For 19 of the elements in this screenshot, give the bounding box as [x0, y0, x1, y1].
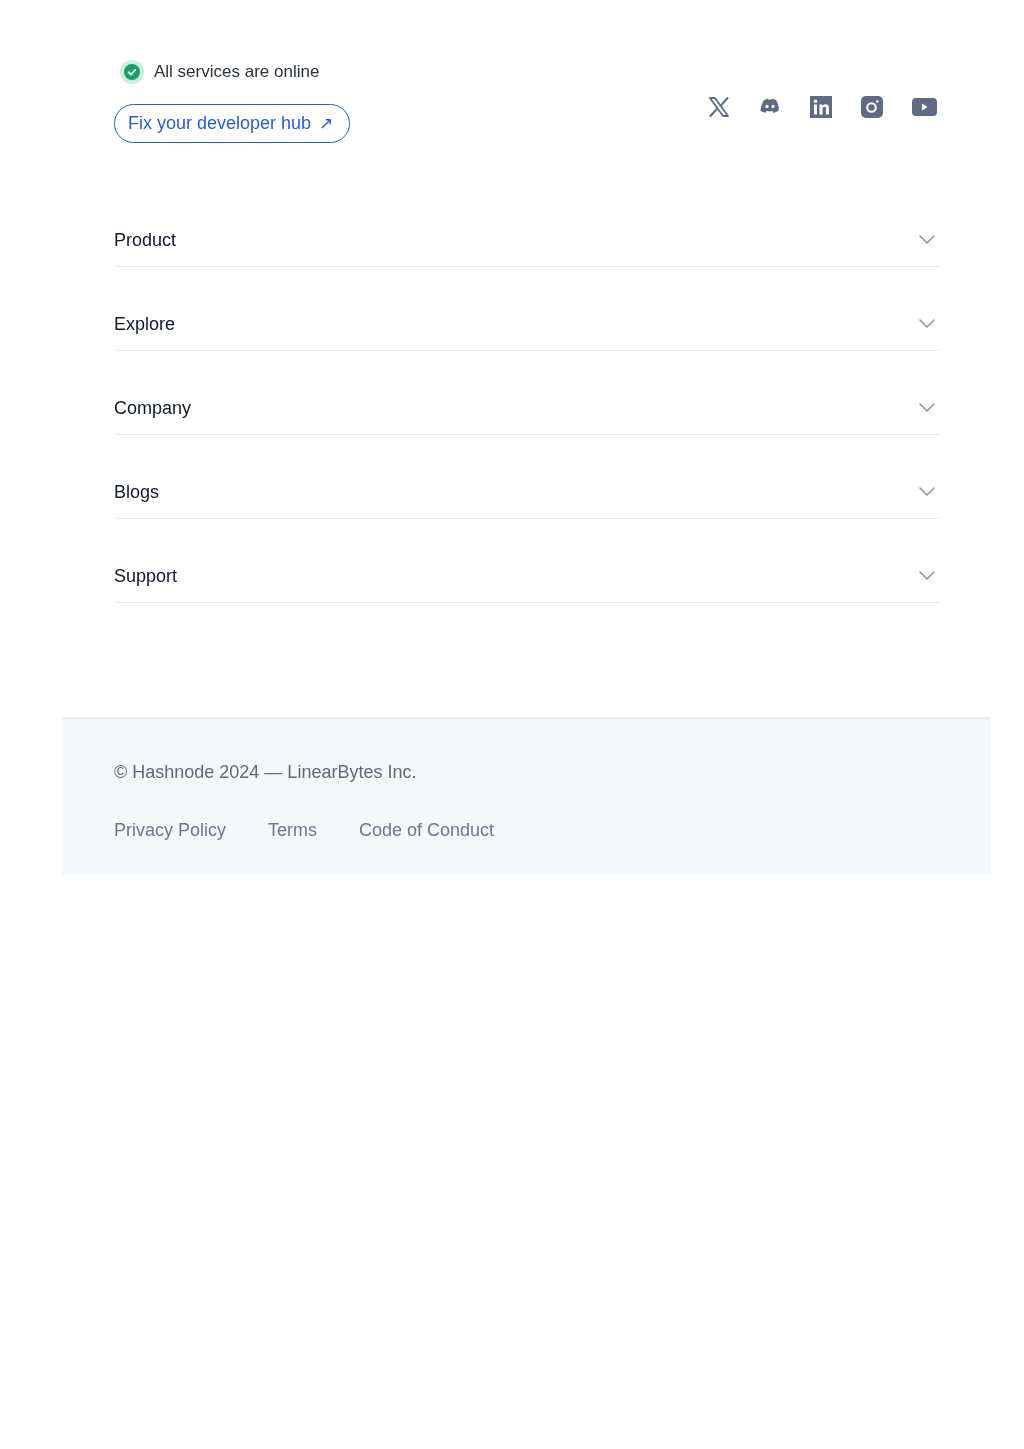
footer-link[interactable]: Terms: [268, 819, 318, 841]
copyright-text: © Hashnode 2024 — LinearBytes Inc.: [114, 761, 418, 783]
chevron-icon[interactable]: [918, 233, 936, 246]
section-heading[interactable]: Explore: [114, 312, 176, 335]
camera-icon[interactable]: [860, 95, 884, 119]
chevron-icon[interactable]: [918, 401, 936, 414]
chevron-icon[interactable]: [918, 317, 936, 330]
chevron-icon[interactable]: [918, 569, 936, 582]
play-button-icon[interactable]: [911, 95, 938, 119]
section-heading[interactable]: Product: [114, 228, 177, 251]
chevron-icon[interactable]: [918, 485, 936, 498]
section-heading[interactable]: Support: [114, 564, 178, 587]
footer-link[interactable]: Code of Conduct: [359, 819, 495, 841]
x-logo-icon[interactable]: [707, 95, 731, 119]
footer-link[interactable]: Privacy Policy: [114, 819, 227, 841]
status-text: All services are online: [154, 62, 320, 82]
section-heading[interactable]: Blogs: [114, 480, 160, 503]
linkedin-logo-icon[interactable]: [809, 95, 833, 119]
section-heading[interactable]: Company: [114, 396, 192, 419]
